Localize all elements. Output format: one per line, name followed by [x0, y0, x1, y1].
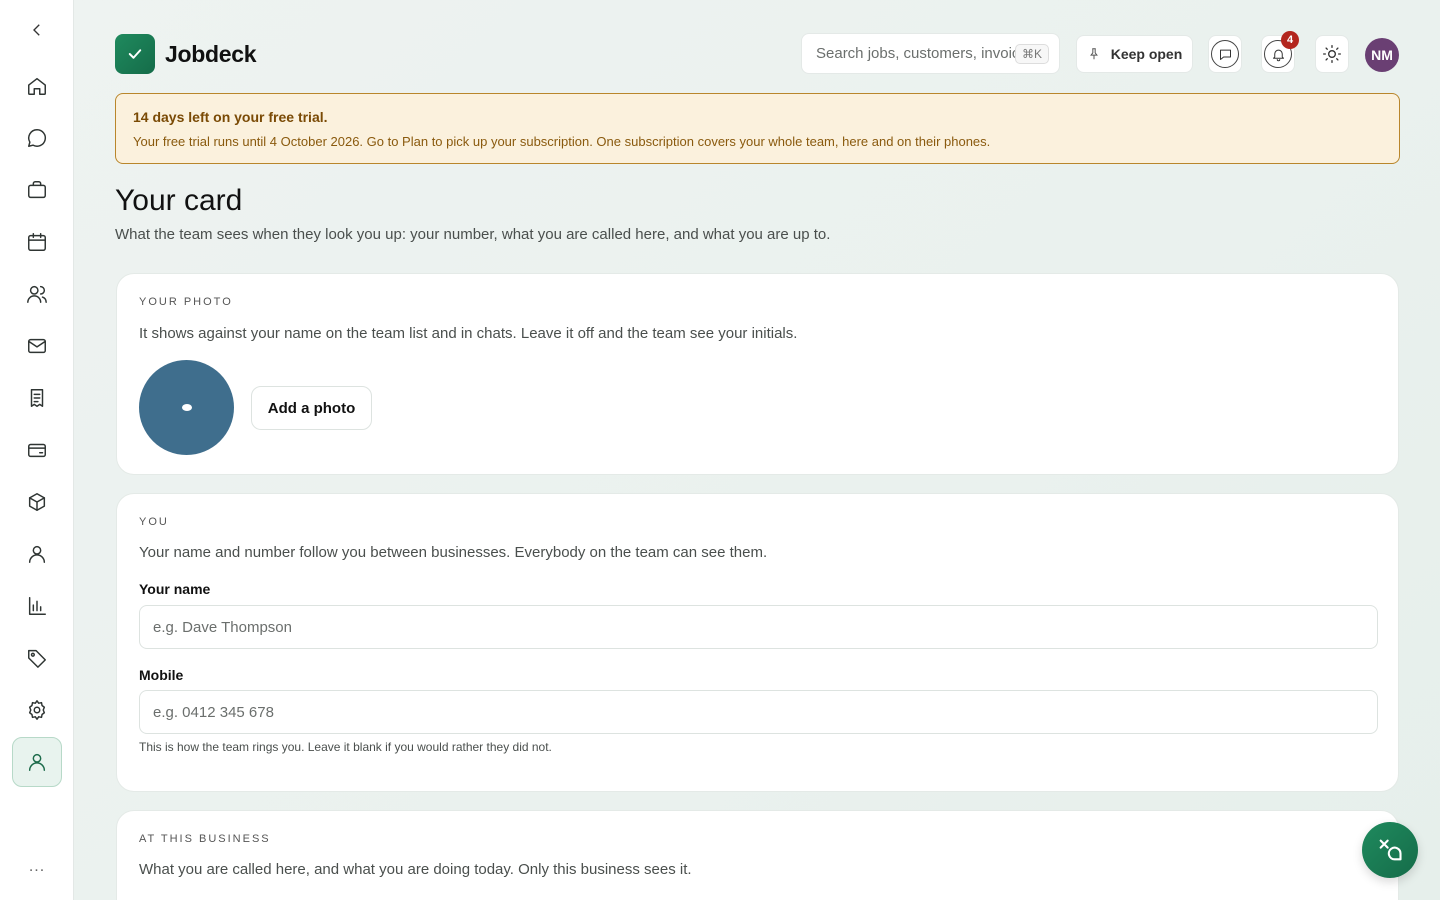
add-photo-button[interactable]: Add a photo	[251, 386, 372, 430]
sidebar-item-settings[interactable]	[12, 690, 62, 730]
check-logo-icon	[115, 34, 155, 74]
theme-toggle-button[interactable]	[1315, 35, 1349, 73]
sidebar-item-home[interactable]	[12, 66, 62, 106]
mobile-hint: This is how the team rings you. Leave it…	[139, 740, 552, 754]
photo-card-description: It shows against your name on the team l…	[139, 325, 798, 342]
notifications-button[interactable]: 4	[1261, 31, 1299, 73]
page-title: Your card	[115, 184, 243, 217]
receipt-icon	[30, 389, 44, 407]
assistant-icon	[1379, 839, 1402, 861]
mobile-label: Mobile	[139, 667, 184, 683]
sidebar-item-messages[interactable]	[12, 118, 62, 158]
name-label: Your name	[139, 581, 211, 597]
sidebar-item-pricing[interactable]	[12, 638, 62, 678]
sidebar-item-payments[interactable]	[12, 430, 62, 470]
keep-open-button[interactable]: Keep open	[1076, 35, 1193, 73]
user-avatar[interactable]: NM	[1365, 38, 1399, 72]
sun-icon	[1323, 45, 1341, 63]
you-card-description: Your name and number follow you between …	[139, 544, 768, 561]
mail-icon	[28, 338, 46, 354]
home-icon	[28, 77, 46, 95]
mobile-field[interactable]	[139, 690, 1378, 734]
briefcase-icon	[28, 181, 46, 199]
sidebar-item-mail[interactable]	[12, 326, 62, 366]
photo-card: YOUR PHOTO It shows against your name on…	[116, 273, 1399, 475]
card-icon	[28, 443, 46, 458]
box-icon	[28, 493, 46, 511]
keep-open-label: Keep open	[1110, 46, 1183, 62]
calendar-icon	[28, 233, 46, 251]
messages-button[interactable]	[1208, 35, 1242, 73]
assistant-fab-button[interactable]	[1362, 822, 1418, 878]
app-name: Jobdeck	[165, 40, 257, 67]
sidebar: ...	[0, 0, 74, 900]
name-field[interactable]	[139, 605, 1378, 649]
avatar[interactable]	[139, 360, 234, 455]
page-subtitle: What the team sees when they look you up…	[115, 226, 831, 243]
chat-icon	[28, 129, 47, 147]
you-card: YOU Your name and number follow you betw…	[116, 493, 1399, 792]
trial-banner: 14 days left on your free trial. Your fr…	[115, 93, 1400, 164]
trial-title: 14 days left on your free trial.	[133, 109, 328, 125]
you-card-label: YOU	[139, 516, 169, 528]
sidebar-item-inventory[interactable]	[12, 482, 62, 522]
search-shortcut: ⌘K	[1014, 43, 1049, 64]
chart-icon	[28, 597, 46, 615]
app-logo[interactable]: Jobdeck	[115, 34, 257, 74]
search-bar[interactable]: ⌘K	[801, 33, 1060, 74]
collapse-sidebar-icon[interactable]	[25, 18, 49, 42]
business-card-label: AT THIS BUSINESS	[139, 833, 271, 845]
profile-icon	[28, 753, 46, 771]
pin-icon	[1089, 48, 1098, 60]
sidebar-item-your-card[interactable]	[12, 737, 62, 787]
sidebar-item-reports[interactable]	[12, 586, 62, 626]
photo-card-label: YOUR PHOTO	[139, 296, 233, 308]
business-card-description: What you are called here, and what you a…	[139, 861, 692, 878]
notification-badge: 4	[1281, 31, 1299, 49]
gear-icon	[28, 700, 46, 720]
chat-bubble-icon	[1211, 40, 1239, 68]
tag-icon	[28, 649, 46, 668]
sidebar-item-customers[interactable]	[12, 274, 62, 314]
avatar-placeholder-icon	[181, 404, 192, 411]
more-menu[interactable]: ...	[0, 858, 74, 876]
trial-body: Your free trial runs until 4 October 202…	[133, 134, 991, 149]
team-icon	[27, 285, 47, 303]
sidebar-item-people[interactable]	[12, 534, 62, 574]
sidebar-item-invoices[interactable]	[12, 378, 62, 418]
search-input[interactable]	[816, 45, 1015, 62]
business-card: AT THIS BUSINESS What you are called her…	[116, 810, 1399, 900]
sidebar-item-jobs[interactable]	[12, 170, 62, 210]
sidebar-item-calendar[interactable]	[12, 222, 62, 262]
person-icon	[28, 545, 46, 563]
